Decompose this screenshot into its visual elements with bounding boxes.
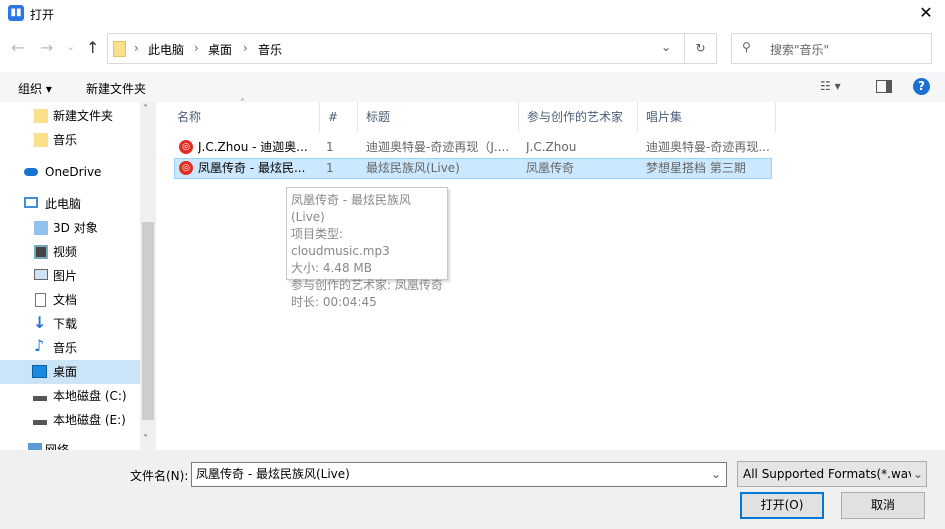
organize-button[interactable]: 组织 ▾ bbox=[18, 80, 52, 97]
scrollbar-thumb[interactable] bbox=[142, 222, 154, 420]
scroll-up-icon[interactable]: ˄ bbox=[143, 104, 148, 115]
document-icon bbox=[35, 293, 46, 307]
column-header-title[interactable]: 标题 bbox=[358, 102, 519, 132]
chevron-down-icon: ⌄ bbox=[910, 462, 923, 486]
file-type-select[interactable]: All Supported Formats(*.wav ⌄ bbox=[737, 461, 927, 487]
sidebar-item-new-folder[interactable]: 新建文件夹 bbox=[0, 104, 140, 128]
column-header-number[interactable]: # bbox=[320, 102, 358, 132]
sidebar-item-downloads[interactable]: ↓ 下载 bbox=[0, 312, 140, 336]
refresh-button[interactable]: ↻ bbox=[685, 33, 717, 64]
tooltip-line: 大小: 4.48 MB bbox=[291, 261, 372, 275]
file-type-value: All Supported Formats(*.wav bbox=[743, 467, 916, 481]
sidebar-item-this-pc[interactable]: 此电脑 bbox=[0, 192, 140, 216]
drive-icon bbox=[33, 420, 47, 425]
breadcrumb-desktop[interactable]: 桌面 bbox=[208, 41, 232, 58]
desktop-icon bbox=[32, 365, 47, 378]
tooltip-line: 项目类型: cloudmusic.mp3 bbox=[291, 227, 390, 258]
network-icon bbox=[28, 443, 42, 450]
picture-icon bbox=[34, 269, 48, 280]
sidebar-item-onedrive[interactable]: OneDrive bbox=[0, 160, 140, 184]
sidebar-item-documents[interactable]: 文档 bbox=[0, 288, 140, 312]
column-header-name[interactable]: 名称 bbox=[169, 102, 320, 132]
chevron-right-icon: › bbox=[243, 41, 248, 55]
filename-value: 凤凰传奇 - 最炫民族风(Live) bbox=[196, 467, 350, 481]
folder-icon bbox=[113, 41, 126, 57]
file-row-selected[interactable]: ◎ 凤凰传奇 - 最炫民... 1 最炫民族风(Live) 凤凰传奇 梦想星搭档… bbox=[174, 158, 772, 179]
view-options-icon[interactable]: ☷ ▾ bbox=[820, 79, 841, 93]
address-dropdown-icon[interactable]: ⌄ bbox=[661, 40, 671, 54]
breadcrumb-this-pc[interactable]: 此电脑 bbox=[148, 41, 184, 58]
new-folder-button[interactable]: 新建文件夹 bbox=[86, 80, 146, 97]
sidebar-item-music[interactable]: ♪ 音乐 bbox=[0, 336, 140, 360]
download-icon: ↓ bbox=[33, 313, 47, 332]
file-tooltip: 凤凰传奇 - 最炫民族风(Live) 项目类型: cloudmusic.mp3 … bbox=[286, 187, 448, 309]
scroll-down-icon[interactable]: ˅ bbox=[143, 434, 148, 445]
sidebar-item-pictures[interactable]: 图片 bbox=[0, 264, 140, 288]
file-row[interactable]: ◎ J.C.Zhou - 迪迦奥... 1 迪迦奥特曼-奇迹再现（J.... J… bbox=[174, 137, 772, 158]
filename-input[interactable]: 凤凰传奇 - 最炫民族风(Live) ⌄ bbox=[191, 462, 727, 487]
toolbar: 组织 ▾ 新建文件夹 ☷ ▾ ? bbox=[0, 72, 945, 102]
sidebar-item-network[interactable]: 网络 bbox=[0, 438, 140, 450]
filename-dropdown-icon[interactable]: ⌄ bbox=[711, 463, 721, 486]
app-icon: ▮▮ bbox=[8, 5, 24, 21]
netease-music-icon: ◎ bbox=[179, 161, 193, 175]
search-placeholder: 搜索"音乐" bbox=[770, 43, 830, 57]
tooltip-line: 参与创作的艺术家: 凤凰传奇 bbox=[291, 278, 443, 292]
up-button[interactable]: ↑ bbox=[86, 38, 99, 57]
sidebar-item-music-folder[interactable]: 音乐 bbox=[0, 128, 140, 152]
sidebar-item-drive-c[interactable]: 本地磁盘 (C:) bbox=[0, 384, 140, 408]
close-button[interactable]: ✕ bbox=[912, 2, 940, 24]
computer-icon bbox=[24, 197, 38, 208]
search-icon: ⚲ bbox=[742, 40, 751, 54]
sidebar-item-videos[interactable]: 视频 bbox=[0, 240, 140, 264]
navigation-pane: 新建文件夹 音乐 OneDrive 此电脑 3D 对象 视频 图片 文档 ↓ 下载… bbox=[0, 102, 140, 450]
sidebar-item-desktop[interactable]: 桌面 bbox=[0, 360, 140, 384]
search-input[interactable]: ⚲ 搜索"音乐" bbox=[731, 33, 932, 64]
open-button[interactable]: 打开(O) bbox=[740, 492, 824, 519]
window-title: 打开 bbox=[30, 8, 55, 22]
address-bar[interactable]: › 此电脑 › 桌面 › 音乐 ⌄ bbox=[107, 33, 685, 64]
preview-pane-icon[interactable] bbox=[876, 80, 892, 93]
column-header-album[interactable]: 唱片集 bbox=[638, 102, 776, 132]
music-icon: ♪ bbox=[34, 336, 45, 355]
column-header-artist[interactable]: 参与创作的艺术家 bbox=[519, 102, 638, 132]
recent-locations-button[interactable]: ⌄ bbox=[66, 40, 75, 53]
netease-music-icon: ◎ bbox=[179, 140, 193, 154]
tooltip-line: 时长: 00:04:45 bbox=[291, 295, 377, 309]
tooltip-line: 凤凰传奇 - 最炫民族风(Live) bbox=[291, 193, 411, 224]
title-bar: ▮▮ 打开 ✕ bbox=[0, 0, 945, 28]
chevron-right-icon: › bbox=[134, 41, 139, 55]
drive-icon bbox=[33, 396, 47, 401]
filename-label: 文件名(N): bbox=[130, 469, 189, 483]
cloud-icon bbox=[24, 168, 38, 176]
video-icon bbox=[34, 245, 48, 259]
cube-icon bbox=[34, 221, 48, 235]
back-button[interactable]: ← bbox=[11, 38, 24, 57]
forward-button[interactable]: → bbox=[40, 38, 53, 57]
breadcrumb-music[interactable]: 音乐 bbox=[258, 41, 282, 58]
folder-icon bbox=[34, 109, 48, 123]
cancel-button[interactable]: 取消 bbox=[841, 492, 925, 519]
sidebar-item-drive-e[interactable]: 本地磁盘 (E:) bbox=[0, 408, 140, 432]
folder-icon bbox=[34, 133, 48, 147]
chevron-right-icon: › bbox=[194, 41, 199, 55]
sidebar-item-3d-objects[interactable]: 3D 对象 bbox=[0, 216, 140, 240]
help-icon[interactable]: ? bbox=[913, 78, 930, 95]
